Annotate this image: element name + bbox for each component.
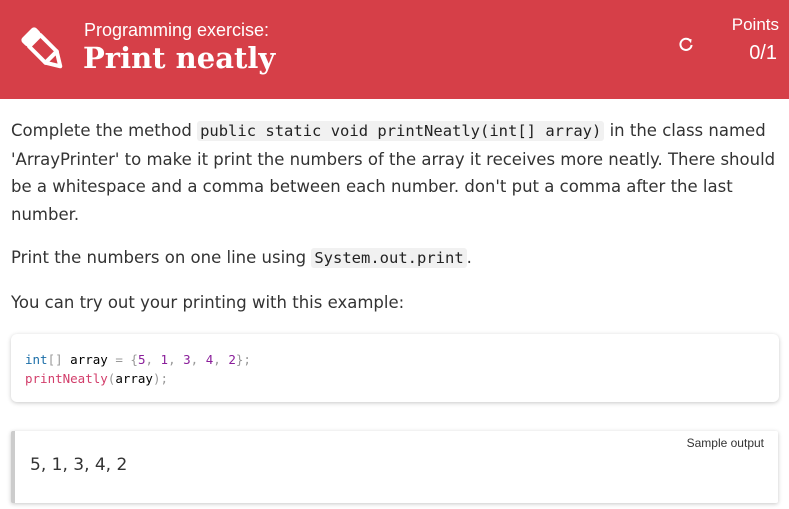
instructions-paragraph: Complete the method public static void p… (11, 121, 776, 224)
exercise-type-label: Programming exercise: (84, 20, 270, 40)
sample-output-text: 5, 1, 3, 4, 2 (30, 455, 128, 475)
exercise-title: Print neatly (83, 41, 276, 75)
sample-output-label: Sample output (686, 436, 764, 450)
code-example-block: int[] array = {5, 1, 3, 4, 2}; printNeat… (11, 334, 779, 402)
method-signature-code: public static void printNeatly(int[] arr… (197, 121, 605, 141)
exercise-description: Complete the method public static void p… (0, 99, 789, 316)
exercise-header: Programming exercise: Print neatly Point… (0, 0, 789, 99)
example-intro-paragraph: You can try out your printing with this … (11, 292, 405, 312)
refresh-icon[interactable] (677, 36, 695, 54)
sample-output-box: Sample output 5, 1, 3, 4, 2 (11, 431, 778, 503)
print-method-code: System.out.print (311, 248, 467, 268)
pencil-icon (21, 27, 63, 69)
print-hint-paragraph: Print the numbers on one line using Syst… (11, 248, 472, 268)
code-line-2: printNeatly(array); (25, 371, 169, 386)
code-line-1: int[] array = {5, 1, 3, 4, 2}; (25, 352, 251, 367)
points-label: Points (731, 15, 779, 34)
points-value: 0/1 (749, 42, 777, 64)
